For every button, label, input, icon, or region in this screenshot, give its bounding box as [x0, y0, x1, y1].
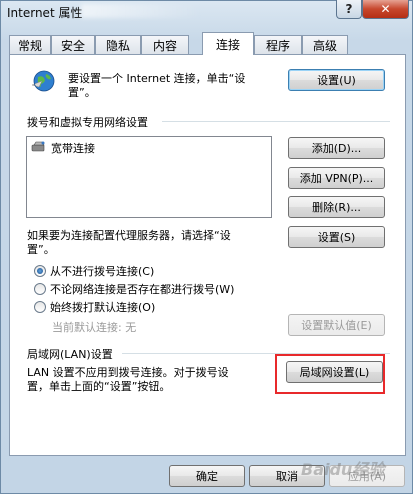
broadband-connection-icon — [31, 141, 47, 156]
tab-programs[interactable]: 程序 — [254, 35, 302, 54]
lan-description: LAN 设置不应用到拨号连接。对于拨号设 置，单击上面的“设置”按钮。 — [27, 366, 229, 393]
ok-button[interactable]: 确定 — [169, 465, 245, 487]
tab-content[interactable]: 内容 — [141, 35, 189, 54]
delete-button[interactable]: 删除(R)... — [288, 196, 385, 218]
help-button[interactable]: ? — [336, 0, 362, 19]
radio-unselected-icon[interactable] — [34, 301, 46, 313]
dialup-group-label: 拨号和虚拟专用网络设置 — [27, 116, 148, 129]
lan-group-label: 局域网(LAN)设置 — [27, 348, 113, 361]
internet-properties-window: Internet 属性 ? ✕ 常规 安全 隐私 内容 连接 程序 高级 要设置… — [0, 0, 413, 494]
title-blur — [81, 4, 201, 18]
connection-name: 宽带连接 — [51, 142, 95, 155]
internet-globe-icon — [30, 68, 56, 94]
connections-listbox[interactable]: 宽带连接 — [26, 136, 272, 218]
tab-security[interactable]: 安全 — [51, 35, 95, 54]
radio-dial-whenever[interactable]: 不论网络连接是否存在都进行拨号(W) — [34, 281, 234, 297]
connections-panel: 要设置一个 Internet 连接，单击“设 置”。 设置(U) 拨号和虚拟专用… — [9, 54, 406, 456]
setup-description: 要设置一个 Internet 连接，单击“设 置”。 — [68, 72, 246, 99]
close-button[interactable]: ✕ — [362, 0, 409, 19]
watermark-text: Baidu经验 — [301, 460, 385, 479]
radio-unselected-icon[interactable] — [34, 283, 46, 295]
add-button[interactable]: 添加(D)... — [288, 137, 385, 159]
proxy-description: 如果要为连接配置代理服务器，请选择“设 置”。 — [27, 229, 231, 256]
radio-selected-icon[interactable] — [34, 265, 46, 277]
setup-button[interactable]: 设置(U) — [288, 69, 385, 91]
tab-connections[interactable]: 连接 — [202, 32, 254, 55]
tab-advanced[interactable]: 高级 — [302, 35, 348, 54]
dialup-group-line — [162, 121, 390, 122]
list-item[interactable]: 宽带连接 — [31, 140, 95, 156]
tab-privacy[interactable]: 隐私 — [95, 35, 141, 54]
window-title: Internet 属性 — [7, 6, 83, 20]
title-bar[interactable]: Internet 属性 ? ✕ — [1, 0, 412, 29]
set-default-button: 设置默认值(E) — [288, 314, 385, 336]
add-vpn-button[interactable]: 添加 VPN(P)... — [288, 167, 385, 189]
current-default-connection: 当前默认连接: 无 — [52, 321, 137, 334]
proxy-settings-button[interactable]: 设置(S) — [288, 226, 385, 248]
radio-never-dial[interactable]: 从不进行拨号连接(C) — [34, 263, 154, 279]
radio-always-dial[interactable]: 始终拨打默认连接(O) — [34, 299, 155, 315]
lan-settings-button[interactable]: 局域网设置(L) — [286, 361, 383, 383]
tab-strip: 常规 安全 隐私 内容 连接 程序 高级 — [9, 32, 405, 56]
lan-group-line — [122, 353, 390, 354]
tab-general[interactable]: 常规 — [9, 35, 51, 54]
